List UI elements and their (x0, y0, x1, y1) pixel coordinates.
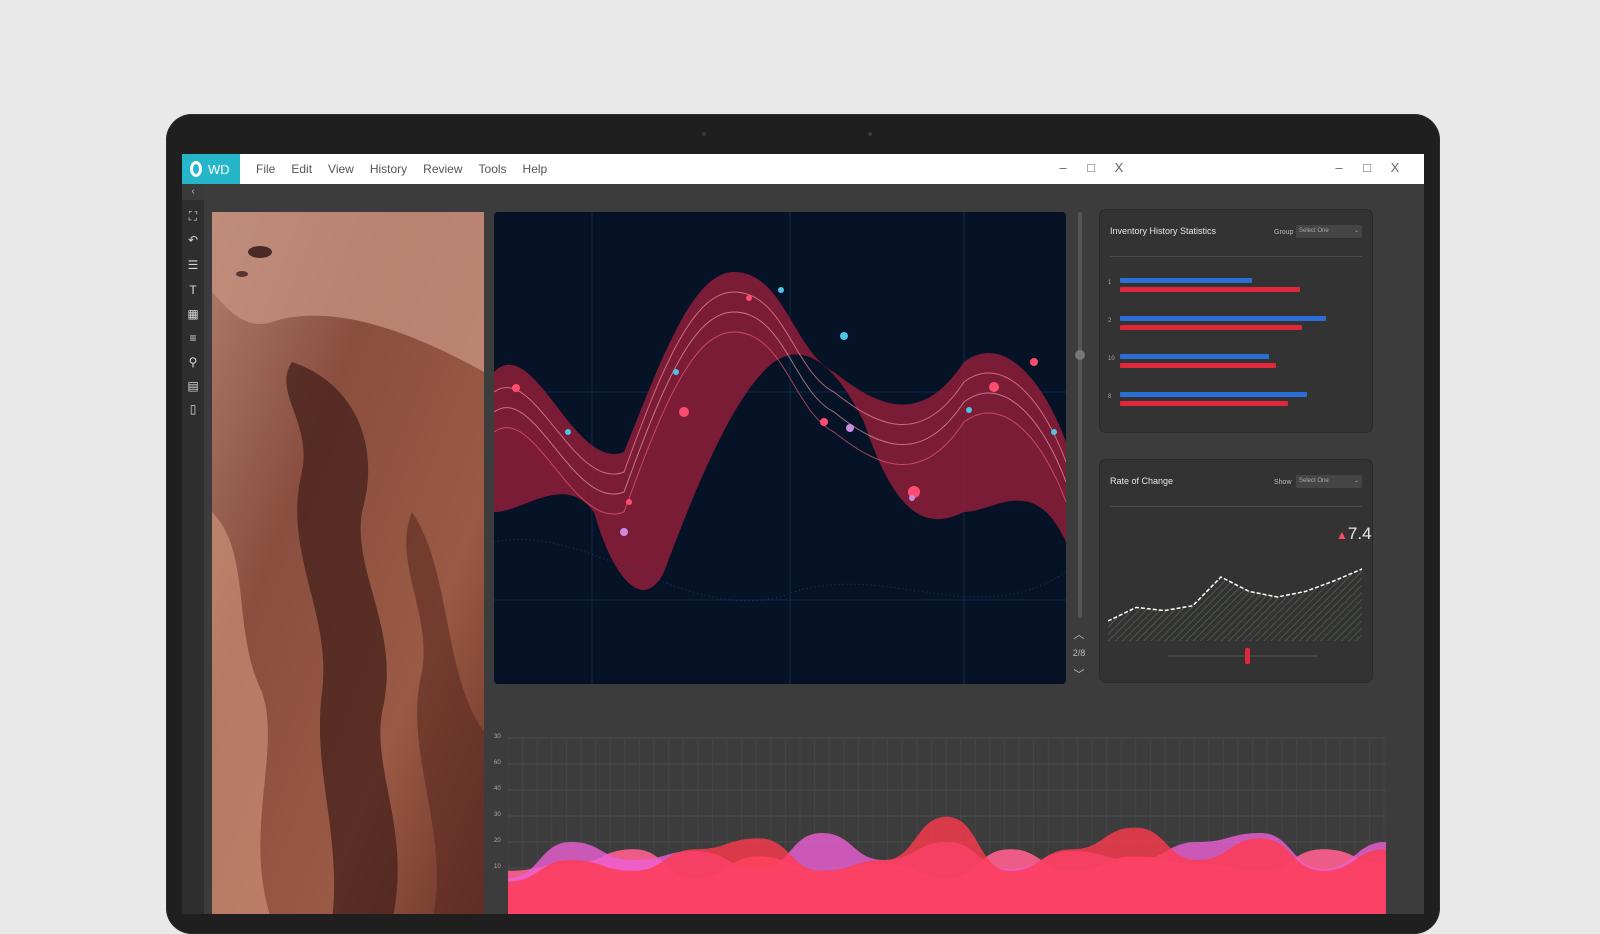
card-divider (1110, 256, 1362, 257)
y-tick-label: 60 (494, 760, 501, 766)
bar-row-label: 1 (1108, 280, 1112, 286)
rate-line-chart (1108, 568, 1363, 664)
bar-row-label: 10 (1108, 356, 1115, 362)
trend-up-icon: ▲ (1336, 528, 1348, 542)
inventory-history-card: Inventory History Statistics Group Selec… (1100, 210, 1372, 432)
sliders-icon[interactable]: ☰ (185, 257, 201, 273)
blue-bar[interactable] (1120, 392, 1308, 397)
logo-mark-icon (190, 161, 202, 177)
chevron-up-icon[interactable]: ︿ (1071, 626, 1087, 642)
app-logo[interactable]: WD (182, 154, 240, 184)
menu-history[interactable]: History (370, 162, 407, 176)
show-select-value: Select One (1299, 478, 1329, 484)
menu-tools[interactable]: Tools (479, 162, 507, 176)
menu-review[interactable]: Review (423, 162, 462, 176)
red-bar[interactable] (1120, 363, 1276, 368)
scroll-track[interactable] (1078, 212, 1082, 618)
rate-area (1108, 569, 1362, 641)
blue-bar[interactable] (1120, 278, 1252, 283)
document-icon[interactable]: ▯ (185, 401, 201, 417)
inventory-card-title: Inventory History Statistics (1110, 226, 1217, 236)
menu-edit[interactable]: Edit (291, 162, 312, 176)
scroll-thumb[interactable] (1075, 350, 1085, 360)
page-indicator: 2/8 (1072, 648, 1086, 658)
area-chart-plot (508, 737, 1386, 914)
undo-icon[interactable]: ↶ (185, 232, 201, 248)
rate-value: ▲7.4 (1336, 524, 1372, 544)
y-tick-label: 20 (494, 838, 501, 844)
group-filter-label: Group (1274, 229, 1294, 236)
link-icon[interactable]: ⚲ (185, 354, 201, 370)
group-select-value: Select One (1299, 228, 1329, 234)
chevron-down-icon: ⌄ (1353, 478, 1359, 484)
maximize-button[interactable]: □ (1084, 160, 1098, 175)
menu-file[interactable]: File (256, 162, 275, 176)
chevron-left-icon[interactable]: ‹ (182, 184, 204, 200)
rate-number: 7.4 (1347, 524, 1372, 543)
chevron-down-icon: ⌄ (1353, 228, 1359, 234)
outer-window-controls: – □ X (1332, 160, 1402, 175)
blue-bar[interactable] (1120, 316, 1327, 321)
red-bar[interactable] (1120, 401, 1288, 406)
list-icon[interactable]: ≡ (185, 330, 201, 346)
close-button[interactable]: X (1388, 160, 1402, 175)
inner-window-controls: – □ X (1056, 160, 1126, 175)
chevron-down-icon[interactable]: ﹀ (1071, 666, 1087, 682)
bottom-area-chart: 30 60 40 30 20 10 (494, 734, 1386, 914)
minimize-button[interactable]: – (1332, 160, 1346, 175)
wave-visualization[interactable] (494, 212, 1066, 684)
y-tick-label: 30 (494, 812, 501, 818)
range-handle[interactable] (1245, 648, 1250, 664)
blue-bar[interactable] (1120, 354, 1269, 359)
grid-icon[interactable]: ▦ (185, 306, 201, 322)
menu-help[interactable]: Help (523, 162, 548, 176)
y-tick-label: 40 (494, 786, 501, 792)
menu-bar: WD File Edit View History Review Tools H… (182, 154, 1424, 184)
menu: File Edit View History Review Tools Help (256, 162, 547, 176)
red-bar[interactable] (1120, 287, 1300, 292)
card-divider (1110, 506, 1362, 507)
logo-text: WD (208, 161, 230, 177)
text-tool-icon[interactable]: T (185, 282, 201, 298)
maximize-button[interactable]: □ (1360, 160, 1374, 175)
menu-view[interactable]: View (328, 162, 354, 176)
show-filter-label: Show (1274, 479, 1292, 486)
bar-row-label: 2 (1108, 318, 1112, 324)
group-select[interactable]: Select One ⌄ (1296, 225, 1362, 238)
desert-terrain-image (212, 212, 484, 914)
minimize-button[interactable]: – (1056, 160, 1070, 175)
app-window: WD File Edit View History Review Tools H… (182, 154, 1424, 914)
y-tick-label: 10 (494, 864, 501, 870)
expand-icon[interactable]: ⛶ (185, 208, 201, 224)
red-bar[interactable] (1120, 325, 1303, 330)
bar-row-label: 8 (1108, 394, 1112, 400)
show-select[interactable]: Select One ⌄ (1296, 475, 1362, 488)
rate-of-change-card: Rate of Change Show Select One ⌄ ▲7.4 (1100, 460, 1372, 682)
close-button[interactable]: X (1112, 160, 1126, 175)
camera-dot (702, 132, 706, 136)
rate-card-title: Rate of Change (1110, 476, 1174, 486)
y-tick-label: 30 (494, 734, 501, 740)
sensor-dot (868, 132, 872, 136)
layers-icon[interactable]: ▤ (185, 378, 201, 394)
